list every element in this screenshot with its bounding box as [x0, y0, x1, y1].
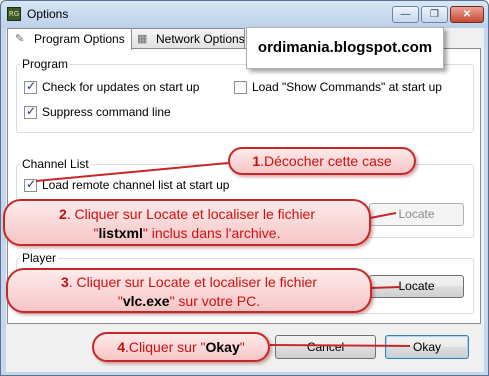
pencil-icon: ✎	[15, 33, 25, 45]
minimize-button[interactable]: —	[392, 6, 419, 23]
callout-text: inclus dans l'archive.	[147, 225, 281, 241]
check-updates-checkbox[interactable]	[24, 79, 37, 94]
blog-watermark: ordimania.blogspot.com	[246, 27, 444, 69]
tab-label: Network Options	[156, 32, 245, 46]
app-icon: RG	[7, 7, 21, 21]
callout-3: 3. Cliquer sur Locate et localiser le fi…	[6, 268, 372, 313]
callout-text: .Cliquer sur "	[125, 339, 206, 355]
callout-text: "	[239, 339, 245, 355]
channel-list-group-label: Channel List	[20, 157, 91, 171]
callout-text: . Cliquer sur Locate et localiser le fic…	[66, 206, 316, 222]
callout-number: 4	[117, 339, 126, 355]
callout-1: 1.Décocher cette case	[228, 147, 416, 175]
player-group-label: Player	[20, 251, 59, 265]
player-locate-button[interactable]: Locate	[369, 275, 464, 298]
callout-filename: vlc.exe	[122, 293, 170, 309]
callout-button-name: Okay	[205, 339, 240, 355]
okay-button[interactable]: Okay	[385, 335, 469, 359]
check-updates-label: Check for updates on start up	[42, 80, 200, 94]
title-bar[interactable]: RG Options — ❐ ✕	[1, 1, 488, 28]
close-button[interactable]: ✕	[450, 6, 484, 23]
callout-2: 2. Cliquer sur Locate et localiser le fi…	[3, 199, 371, 246]
cancel-button[interactable]: Cancel	[275, 335, 376, 359]
channel-locate-button[interactable]: Locate	[369, 203, 464, 226]
maximize-button[interactable]: ❐	[421, 6, 448, 23]
callout-number: 1	[252, 153, 261, 169]
load-remote-channel-label: Load remote channel list at start up	[42, 178, 230, 192]
program-group-label: Program	[20, 57, 71, 71]
tab-network-options[interactable]: ▦ Network Options	[129, 28, 245, 49]
load-remote-channel-checkbox[interactable]	[24, 177, 37, 192]
suppress-cmdline-checkbox[interactable]	[24, 104, 37, 119]
program-group	[16, 64, 474, 133]
callout-text: sur votre PC.	[174, 293, 261, 309]
tab-program-options[interactable]: ✎ Program Options	[7, 28, 132, 50]
network-icon: ▦	[137, 33, 148, 45]
callout-text: .Décocher cette case	[260, 153, 392, 169]
callout-text: . Cliquer sur Locate et localiser le fic…	[68, 274, 318, 290]
load-show-commands-checkbox[interactable]	[234, 81, 247, 94]
load-show-commands-label: Load "Show Commands" at start up	[252, 80, 442, 94]
callout-4: 4.Cliquer sur "Okay"	[92, 332, 270, 362]
callout-number: 3	[60, 274, 69, 290]
callout-filename: listxml	[98, 225, 143, 241]
suppress-cmdline-label: Suppress command line	[42, 105, 171, 119]
window-title: Options	[27, 7, 69, 21]
callout-number: 2	[58, 206, 67, 222]
tab-label: Program Options	[34, 32, 125, 46]
